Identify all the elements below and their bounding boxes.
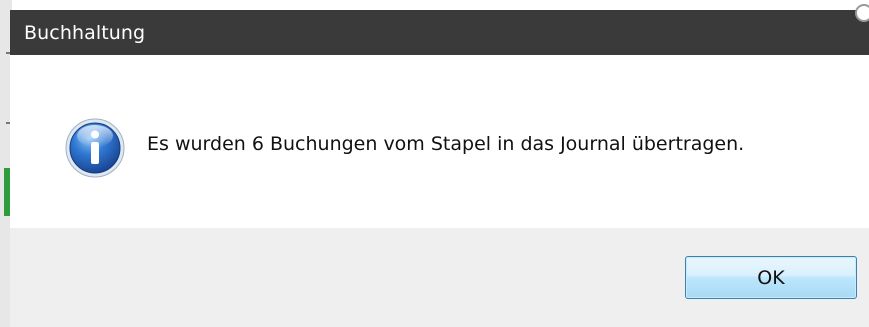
dialog-titlebar[interactable]: Buchhaltung <box>10 4 869 55</box>
close-icon[interactable] <box>855 4 869 22</box>
info-icon <box>65 118 125 178</box>
ok-button[interactable]: OK <box>685 256 857 299</box>
dialog-title: Buchhaltung <box>24 21 146 44</box>
dialog-footer: OK <box>10 228 869 327</box>
message-dialog: Buchhaltung Es wurden 6 Buchungen vom St… <box>10 4 869 327</box>
dialog-body: Es wurden 6 Buchungen vom Stapel in das … <box>10 55 869 228</box>
dialog-message: Es wurden 6 Buchungen vom Stapel in das … <box>147 133 745 155</box>
